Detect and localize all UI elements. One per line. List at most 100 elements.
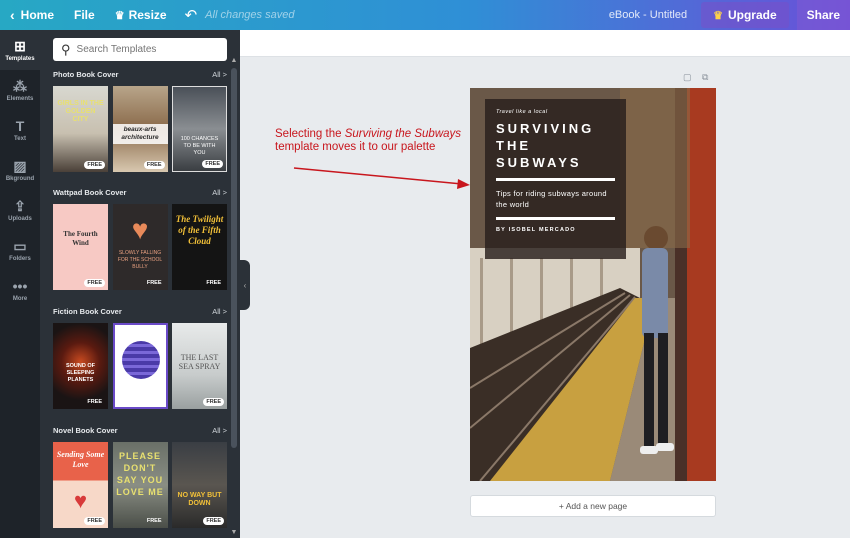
free-badge: FREE bbox=[84, 517, 105, 525]
annotation-arrow bbox=[293, 167, 470, 189]
heart-icon: ♥ bbox=[131, 214, 149, 245]
rail-item-text[interactable]: T Text bbox=[0, 110, 40, 150]
more-icon: ••• bbox=[12, 277, 28, 294]
see-all-link[interactable]: All > bbox=[212, 307, 227, 319]
template-thumbnail[interactable]: The Fourth Wind FREE bbox=[53, 204, 108, 290]
section-wattpad-book-cover: Wattpad Book Cover All > The Fourth Wind… bbox=[53, 188, 227, 290]
cover-text-box[interactable]: Travel like a local SURVIVING THE SUBWAY… bbox=[485, 99, 626, 259]
scroll-up-icon[interactable]: ▲ bbox=[229, 56, 239, 66]
save-status: All changes saved bbox=[205, 9, 295, 21]
rail-label: Templates bbox=[5, 55, 35, 62]
rail-item-folders[interactable]: ▭ Folders bbox=[0, 230, 40, 270]
thumb-title: The Fourth Wind bbox=[63, 230, 98, 247]
free-badge: FREE bbox=[203, 517, 224, 525]
crown-icon: ♛ bbox=[713, 9, 723, 22]
canvas-toolbar bbox=[240, 30, 850, 57]
resize-button[interactable]: ♛ Resize bbox=[105, 0, 177, 30]
rail-item-bkground[interactable]: ▨ Bkground bbox=[0, 150, 40, 190]
resize-label: Resize bbox=[128, 8, 167, 22]
undo-icon[interactable]: ↶ bbox=[177, 0, 206, 30]
panel-scrollbar[interactable]: ▲ ▼ bbox=[229, 56, 239, 538]
divider bbox=[496, 178, 615, 181]
template-thumbnail[interactable]: Sending Some Love ♥ FREE bbox=[53, 442, 108, 528]
duplicate-icon[interactable]: ⧉ bbox=[702, 72, 708, 82]
chevron-left-icon: ‹ bbox=[10, 7, 15, 23]
rail-item-elements[interactable]: ⁂ Elements bbox=[0, 70, 40, 110]
thumb-title: SLOWLY FALLING FOR THE SCHOOL BULLY bbox=[117, 250, 163, 270]
planet-graphic bbox=[121, 341, 160, 379]
upgrade-label: Upgrade bbox=[727, 8, 777, 22]
template-thumbnail[interactable]: NO WAY BUT DOWN FREE bbox=[172, 442, 227, 528]
rail-item-uploads[interactable]: ⇪ Uploads bbox=[0, 190, 40, 230]
background-icon: ▨ bbox=[13, 157, 27, 174]
search-box[interactable]: ⚲ bbox=[53, 38, 227, 61]
section-title: Wattpad Book Cover bbox=[53, 188, 127, 197]
template-thumbnail[interactable]: PLEASE DON'T SAY YOU LOVE ME FREE bbox=[112, 442, 168, 528]
template-thumbnail[interactable]: beaux-arts architecture FREE bbox=[112, 86, 168, 172]
free-badge: FREE bbox=[202, 160, 223, 168]
page-tools: ▢ ⧉ bbox=[683, 72, 716, 83]
thumb-title: 100 CHANCES TO BE WITH YOU bbox=[180, 136, 219, 156]
rail-label: More bbox=[12, 295, 28, 302]
template-thumbnail[interactable]: ♥ SLOWLY FALLING FOR THE SCHOOL BULLY FR… bbox=[112, 204, 168, 290]
rail-label: Bkground bbox=[5, 175, 35, 182]
section-photo-book-cover: Photo Book Cover All > GIRLS IN THE GOLD… bbox=[53, 70, 227, 172]
share-button[interactable]: Share bbox=[796, 0, 850, 30]
annotation-template-name: Surviving the Subways bbox=[344, 128, 462, 140]
rail-label: Elements bbox=[6, 95, 34, 102]
upgrade-button[interactable]: ♛ Upgrade bbox=[701, 2, 789, 28]
annotation-suffix: template moves it to our palette bbox=[275, 141, 436, 153]
thumb-title: beaux-arts architecture bbox=[112, 124, 168, 144]
rail-label: Uploads bbox=[8, 215, 32, 222]
section-novel-book-cover: Novel Book Cover All > Sending Some Love… bbox=[53, 426, 227, 528]
search-icon: ⚲ bbox=[61, 41, 71, 57]
elements-icon: ⁂ bbox=[13, 77, 27, 94]
free-badge: FREE bbox=[206, 280, 221, 286]
home-label: Home bbox=[20, 8, 55, 22]
search-input[interactable] bbox=[76, 44, 207, 55]
cover-title: SURVIVING THE SUBWAYS bbox=[496, 120, 615, 171]
add-page-button[interactable]: + Add a new page bbox=[470, 495, 716, 517]
thumb-title: The Twilight of the Fifth Cloud bbox=[175, 214, 224, 246]
folder-icon: ▭ bbox=[13, 237, 27, 254]
thumb-title: NO WAY BUT DOWN bbox=[177, 492, 222, 507]
see-all-link[interactable]: All > bbox=[212, 70, 227, 82]
scroll-down-icon[interactable]: ▼ bbox=[229, 528, 239, 538]
see-all-link[interactable]: All > bbox=[212, 426, 227, 438]
upload-icon: ⇪ bbox=[14, 197, 26, 214]
annotation-callout: Selecting the Surviving the Subways temp… bbox=[275, 128, 465, 154]
section-title: Photo Book Cover bbox=[53, 70, 119, 79]
cover-title-line: THE bbox=[496, 138, 531, 153]
cover-subtitle: Tips for riding subways around the world bbox=[496, 189, 607, 209]
heart-icon: ♥ bbox=[73, 488, 88, 513]
free-badge: FREE bbox=[84, 279, 105, 287]
file-menu[interactable]: File bbox=[64, 0, 105, 30]
comment-icon[interactable]: ▢ bbox=[683, 72, 692, 82]
free-badge: FREE bbox=[143, 161, 165, 169]
template-thumbnail[interactable]: THE LAST SEA SPRAY FREE bbox=[172, 323, 227, 409]
see-all-link[interactable]: All > bbox=[212, 188, 227, 200]
document-title[interactable]: eBook - Untitled bbox=[609, 9, 701, 21]
rail-label: Text bbox=[14, 135, 26, 142]
section-title: Novel Book Cover bbox=[53, 426, 118, 435]
scroll-thumb[interactable] bbox=[231, 68, 237, 448]
template-thumbnail[interactable] bbox=[112, 323, 168, 409]
template-thumbnail[interactable]: SOUND OF SLEEPING PLANETS FREE bbox=[53, 323, 108, 409]
thumb-title: SOUND OF SLEEPING PLANETS bbox=[65, 363, 96, 383]
thumb-title: PLEASE DON'T SAY YOU LOVE ME bbox=[116, 451, 164, 497]
rail-item-templates[interactable]: ⊞ Templates bbox=[0, 30, 40, 70]
template-thumbnail[interactable]: 100 CHANCES TO BE WITH YOU FREE bbox=[172, 86, 227, 172]
collapse-panel-button[interactable]: ‹ bbox=[240, 260, 250, 310]
left-rail: ⊞ Templates ⁂ Elements T Text ▨ Bkground ⇪ Upload… bbox=[0, 30, 40, 538]
thumb-title: Sending Some Love bbox=[56, 450, 105, 469]
template-thumbnail[interactable]: The Twilight of the Fifth Cloud FREE bbox=[172, 204, 227, 290]
template-thumbnail[interactable]: GIRLS IN THE GOLDEN CITY FREE bbox=[53, 86, 108, 172]
free-badge: FREE bbox=[87, 399, 102, 405]
free-badge: FREE bbox=[84, 161, 105, 169]
thumb-title: THE LAST SEA SPRAY bbox=[178, 353, 221, 371]
rail-item-more[interactable]: ••• More bbox=[0, 270, 40, 310]
home-button[interactable]: ‹ Home bbox=[0, 0, 64, 30]
book-cover-page[interactable]: Travel like a local SURVIVING THE SUBWAY… bbox=[470, 88, 716, 481]
crown-icon: ♛ bbox=[114, 9, 125, 22]
divider bbox=[496, 217, 615, 220]
